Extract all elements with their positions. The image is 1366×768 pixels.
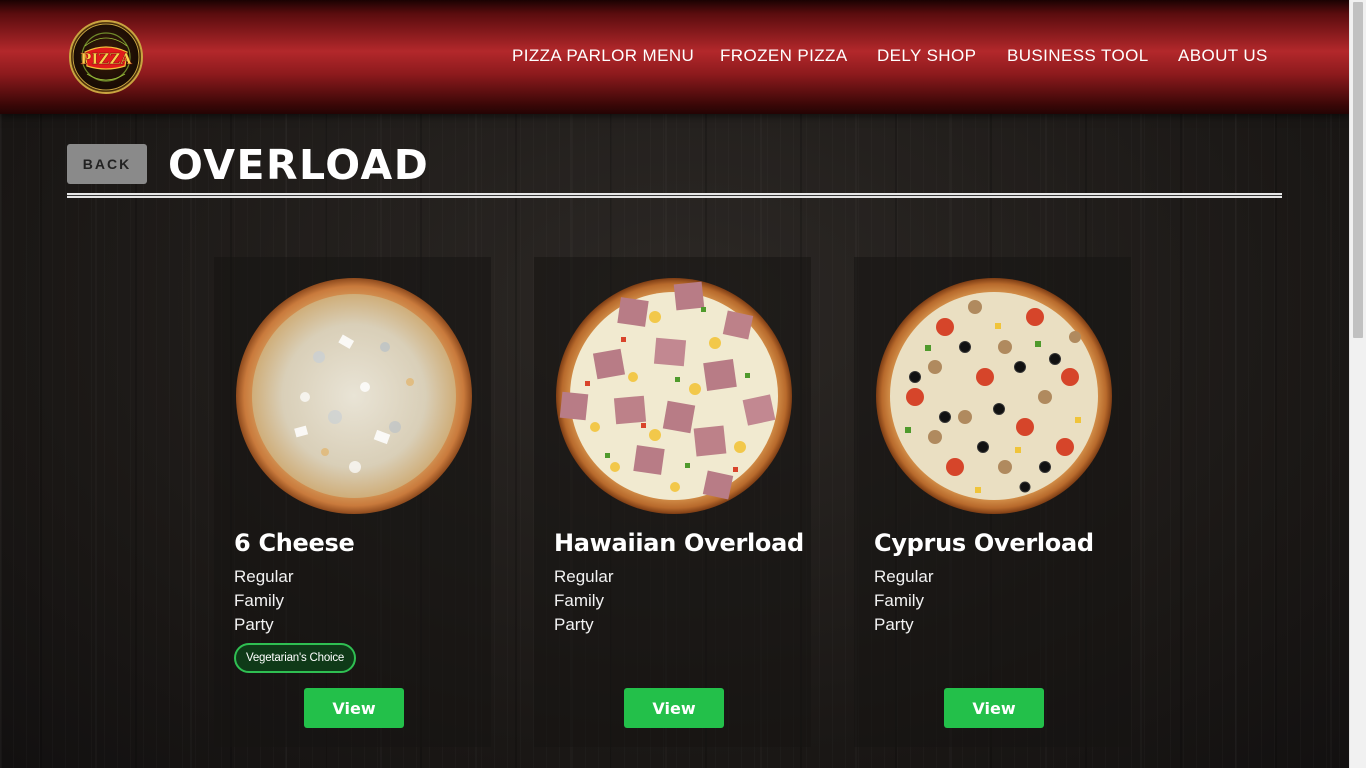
size-family: Family [234, 591, 285, 610]
view-button[interactable]: View [624, 688, 724, 728]
product-name[interactable]: 6 Cheese [234, 529, 355, 557]
size-party: Party [234, 615, 274, 634]
size-list: Regular Family Party [554, 565, 614, 637]
cheese-pizza-image[interactable] [235, 277, 473, 515]
site-header: PIZZA PIZZA PARLOR MENU FROZEN PIZZA DEL… [0, 0, 1349, 114]
hawaiian-pizza-image[interactable] [555, 277, 793, 515]
nav-about-us[interactable]: ABOUT US [1178, 46, 1268, 66]
back-button[interactable]: BACK [67, 144, 147, 184]
product-name[interactable]: Cyprus Overload [874, 529, 1094, 557]
size-regular: Regular [554, 567, 614, 586]
size-regular: Regular [234, 567, 294, 586]
view-button[interactable]: View [304, 688, 404, 728]
vegetarian-badge: Vegetarian's Choice [234, 643, 357, 673]
size-regular: Regular [874, 567, 934, 586]
product-name[interactable]: Hawaiian Overload [554, 529, 804, 557]
size-family: Family [874, 591, 925, 610]
scrollbar-thumb[interactable] [1353, 2, 1363, 338]
page-title: OVERLOAD [168, 141, 430, 189]
size-list: Regular Family Party [234, 565, 294, 637]
view-button[interactable]: View [944, 688, 1044, 728]
size-party: Party [554, 615, 594, 634]
main-nav: PIZZA PARLOR MENU FROZEN PIZZA DELY SHOP… [0, 46, 1349, 70]
size-family: Family [554, 591, 605, 610]
size-party: Party [874, 615, 914, 634]
nav-pizza-parlor-menu[interactable]: PIZZA PARLOR MENU [512, 46, 694, 66]
size-list: Regular Family Party [874, 565, 934, 637]
product-card-cyprus-overload: Cyprus Overload Regular Family Party Vie… [854, 257, 1131, 747]
nav-business-tool[interactable]: BUSINESS TOOL [1007, 46, 1149, 66]
product-card-hawaiian-overload: Hawaiian Overload Regular Family Party V… [534, 257, 811, 747]
page-viewport: PIZZA PIZZA PARLOR MENU FROZEN PIZZA DEL… [0, 0, 1349, 768]
nav-dely-shop[interactable]: DELY SHOP [877, 46, 976, 66]
title-divider [67, 193, 1282, 198]
product-card-6-cheese: 6 Cheese Regular Family Party Vegetarian… [214, 257, 491, 747]
nav-frozen-pizza[interactable]: FROZEN PIZZA [720, 46, 848, 66]
vertical-scrollbar[interactable] [1349, 0, 1366, 768]
cyprus-pizza-image[interactable] [875, 277, 1113, 515]
